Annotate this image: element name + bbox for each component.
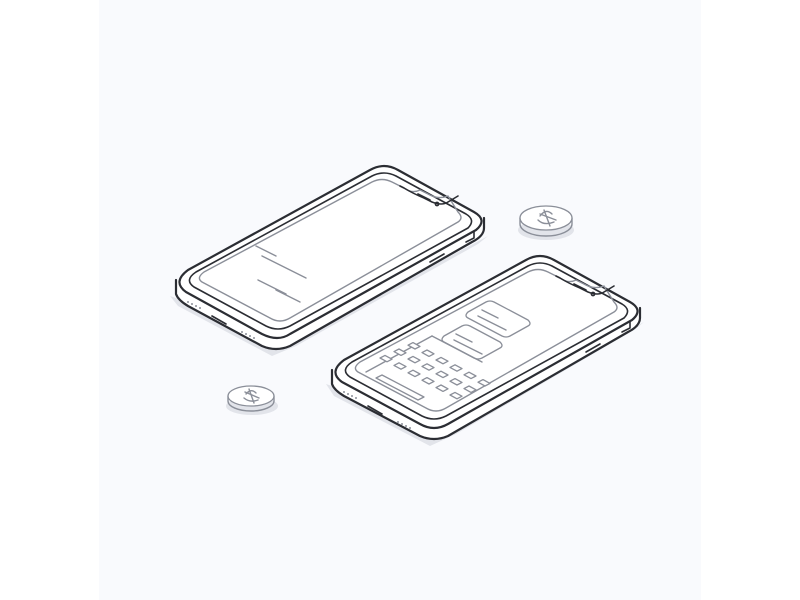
coin-top-right <box>518 205 574 240</box>
illustration-stage <box>0 0 800 600</box>
coin-bottom-left <box>226 385 278 415</box>
isometric-phones-illustration <box>170 164 644 446</box>
coin-1-face <box>519 205 573 231</box>
